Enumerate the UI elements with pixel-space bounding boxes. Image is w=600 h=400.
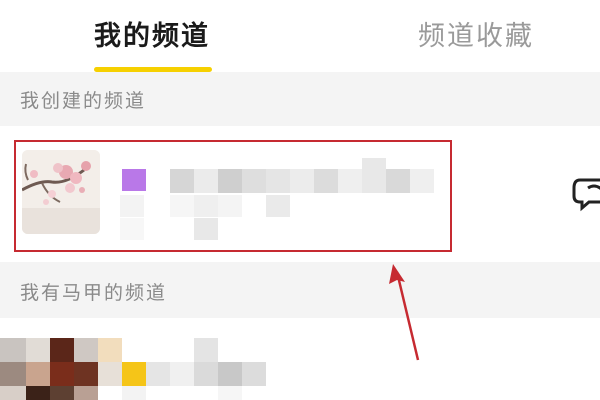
- section-header-alt: 我有马甲的频道: [0, 262, 600, 318]
- tab-bar: 我的频道 频道收藏: [0, 0, 600, 72]
- tab-channel-favorites[interactable]: 频道收藏: [418, 14, 534, 53]
- highlight-box: [14, 140, 452, 252]
- section-title-created: 我创建的频道: [20, 90, 147, 112]
- section-title-alt: 我有马甲的频道: [20, 282, 168, 304]
- chat-bubble-icon[interactable]: [572, 174, 600, 214]
- section-header-created: 我创建的频道: [0, 72, 600, 126]
- tab-my-channels[interactable]: 我的频道: [94, 14, 210, 53]
